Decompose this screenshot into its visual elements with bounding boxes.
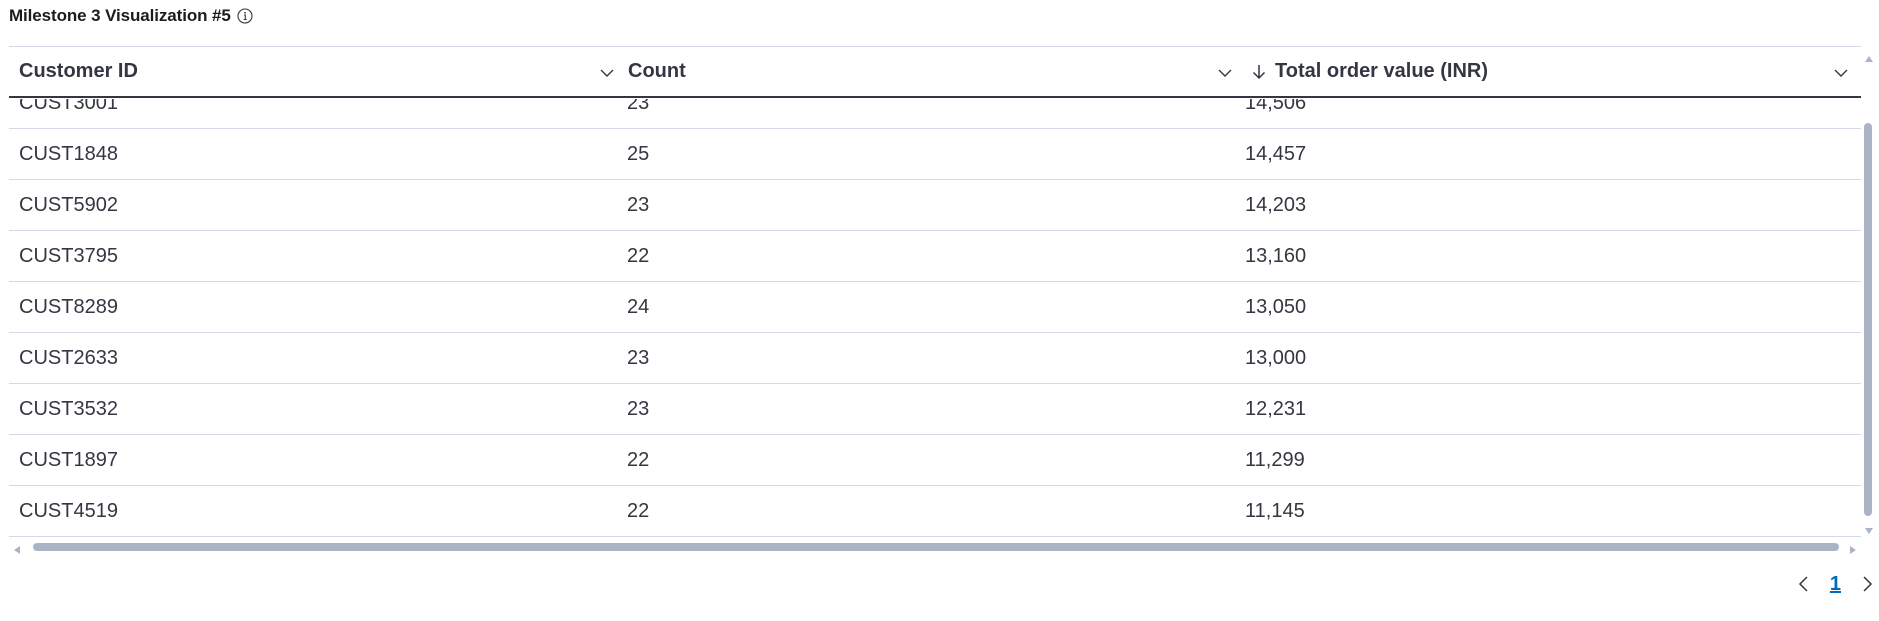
cell-customer-id[interactable]: CUST5902 (9, 180, 627, 230)
chevron-down-icon[interactable] (1217, 64, 1233, 80)
horizontal-scrollbar[interactable] (9, 540, 1861, 554)
chevron-left-icon[interactable] (1792, 572, 1816, 596)
cell-total-order-value[interactable]: 14,506 (1245, 99, 1861, 128)
scroll-right-arrow-icon[interactable] (1849, 542, 1857, 560)
cell-count[interactable]: 23 (627, 384, 1245, 434)
table-rows: CUST3001 23 14,506 CUST1848 25 14,457 CUST5902… (9, 99, 1861, 537)
cell-count[interactable]: 23 (627, 99, 1245, 128)
info-circle-icon[interactable] (236, 7, 254, 25)
cell-customer-id[interactable]: CUST3795 (9, 231, 627, 281)
scroll-up-arrow-icon[interactable] (1864, 50, 1874, 68)
pagination: 1 (1792, 570, 1879, 598)
table-row: CUST1848 25 14,457 (9, 129, 1861, 180)
cell-count[interactable]: 22 (627, 486, 1245, 536)
cell-count[interactable]: 25 (627, 129, 1245, 179)
cell-customer-id[interactable]: CUST4519 (9, 486, 627, 536)
table-body[interactable]: CUST3001 23 14,506 CUST1848 25 14,457 CUST5902… (9, 99, 1861, 539)
table-row: CUST4519 22 11,145 (9, 486, 1861, 537)
horizontal-scroll-thumb[interactable] (33, 543, 1839, 551)
cell-customer-id[interactable]: CUST3001 (9, 99, 627, 128)
column-header-label: Customer ID (19, 60, 138, 82)
cell-count[interactable]: 22 (627, 435, 1245, 485)
table-row: CUST1897 22 11,299 (9, 435, 1861, 486)
chevron-down-icon[interactable] (1833, 64, 1849, 80)
cell-total-order-value[interactable]: 11,299 (1245, 435, 1861, 485)
cell-total-order-value[interactable]: 14,203 (1245, 180, 1861, 230)
chevron-right-icon[interactable] (1855, 572, 1879, 596)
chevron-down-icon[interactable] (599, 64, 615, 80)
cell-count[interactable]: 23 (627, 180, 1245, 230)
cell-total-order-value[interactable]: 13,050 (1245, 282, 1861, 332)
page-number-button[interactable]: 1 (1816, 573, 1855, 596)
table-row: CUST2633 23 13,000 (9, 333, 1861, 384)
scroll-left-arrow-icon[interactable] (13, 542, 21, 560)
table-row: CUST8289 24 13,050 (9, 282, 1861, 333)
data-table: Customer ID Count Total order value (INR… (9, 46, 1861, 546)
cell-count[interactable]: 22 (627, 231, 1245, 281)
column-header-label: Count (628, 60, 686, 82)
cell-total-order-value[interactable]: 14,457 (1245, 129, 1861, 179)
cell-count[interactable]: 24 (627, 282, 1245, 332)
table-row: CUST3795 22 13,160 (9, 231, 1861, 282)
vertical-scrollbar[interactable] (1861, 50, 1875, 534)
column-header-customer-id[interactable]: Customer ID (9, 47, 627, 96)
cell-customer-id[interactable]: CUST3532 (9, 384, 627, 434)
cell-total-order-value[interactable]: 13,160 (1245, 231, 1861, 281)
table-row: CUST3001 23 14,506 (9, 99, 1861, 129)
table-row: CUST5902 23 14,203 (9, 180, 1861, 231)
scroll-down-arrow-icon[interactable] (1864, 522, 1874, 540)
column-header-label: Total order value (INR) (1275, 60, 1488, 82)
cell-total-order-value[interactable]: 12,231 (1245, 384, 1861, 434)
cell-count[interactable]: 23 (627, 333, 1245, 383)
cell-total-order-value[interactable]: 11,145 (1245, 486, 1861, 536)
cell-customer-id[interactable]: CUST1848 (9, 129, 627, 179)
cell-customer-id[interactable]: CUST2633 (9, 333, 627, 383)
column-header-count[interactable]: Count (627, 47, 1245, 96)
vertical-scroll-thumb[interactable] (1864, 123, 1872, 516)
cell-total-order-value[interactable]: 13,000 (1245, 333, 1861, 383)
panel-header: Milestone 3 Visualization #5 (9, 4, 254, 28)
cell-customer-id[interactable]: CUST1897 (9, 435, 627, 485)
column-header-total-order-value[interactable]: Total order value (INR) (1245, 47, 1861, 96)
arrow-down-icon (1251, 62, 1269, 82)
panel-title: Milestone 3 Visualization #5 (9, 6, 231, 25)
table-header: Customer ID Count Total order value (INR… (9, 47, 1861, 98)
cell-customer-id[interactable]: CUST8289 (9, 282, 627, 332)
table-row: CUST3532 23 12,231 (9, 384, 1861, 435)
